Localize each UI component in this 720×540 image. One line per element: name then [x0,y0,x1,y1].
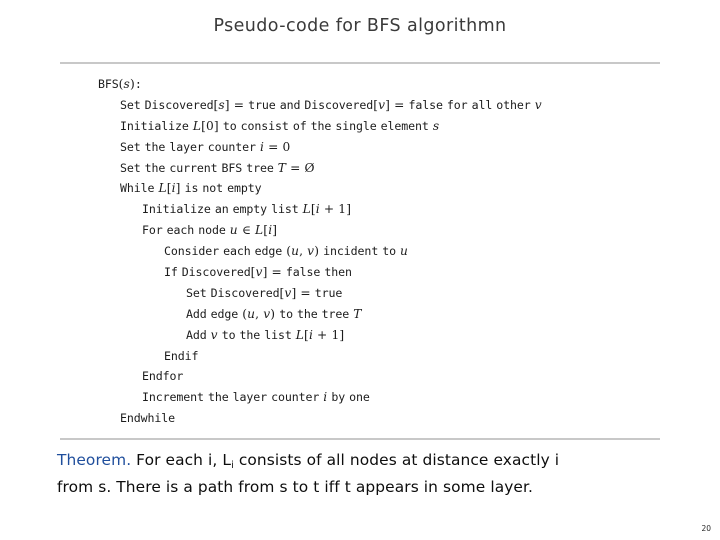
code-line: Initialize L[0] to consist of the single… [120,118,440,133]
code-line: While L[i] is not empty [120,181,262,196]
pseudocode-panel: BFS(s): Set Discovered[s] = true and Disc… [60,62,660,441]
page-title: Pseudo-code for BFS algorithmn [213,16,507,36]
code-line: Initialize an empty list L[i + 1] [142,202,352,217]
code-line: Endwhile [120,411,176,426]
code-line: Endfor [142,369,184,384]
code-line: Set the layer counter i = 0 [120,139,291,154]
theorem-line2: from s. There is a path from s to t iff … [57,478,534,496]
theorem-label: Theorem. [57,451,132,469]
theorem-subscript: i [231,460,234,471]
page-number: 20 [701,524,711,533]
code-line: Increment the layer counter i by one [142,390,370,405]
code-line: Set the current BFS tree T = Ø [120,160,315,175]
code-line: BFS(s): [98,77,142,91]
theorem-line1-before: For each i, L [131,451,232,469]
theorem-block: Theorem. For each i, Li consists of all … [57,448,667,499]
code-line: Set Discovered[v] = true [186,285,343,300]
code-line: Add v to the list L[i + 1] [186,327,345,342]
theorem-line1-after: consists of all nodes at distance exactl… [233,451,560,469]
code-line: Set Discovered[s] = true and Discovered[… [120,97,542,112]
code-line: Endif [164,348,199,363]
code-line: Consider each edge (u, v) incident to u [164,244,409,259]
code-line: If Discovered[v] = false then [164,265,352,280]
divider-bottom [60,438,660,441]
divider-top [60,62,660,64]
code-line: Add edge (u, v) to the tree T [186,306,362,321]
code-line: For each node u ∈ L[i] [142,223,278,238]
pseudocode-listing: BFS(s): Set Discovered[s] = true and Disc… [60,74,660,429]
